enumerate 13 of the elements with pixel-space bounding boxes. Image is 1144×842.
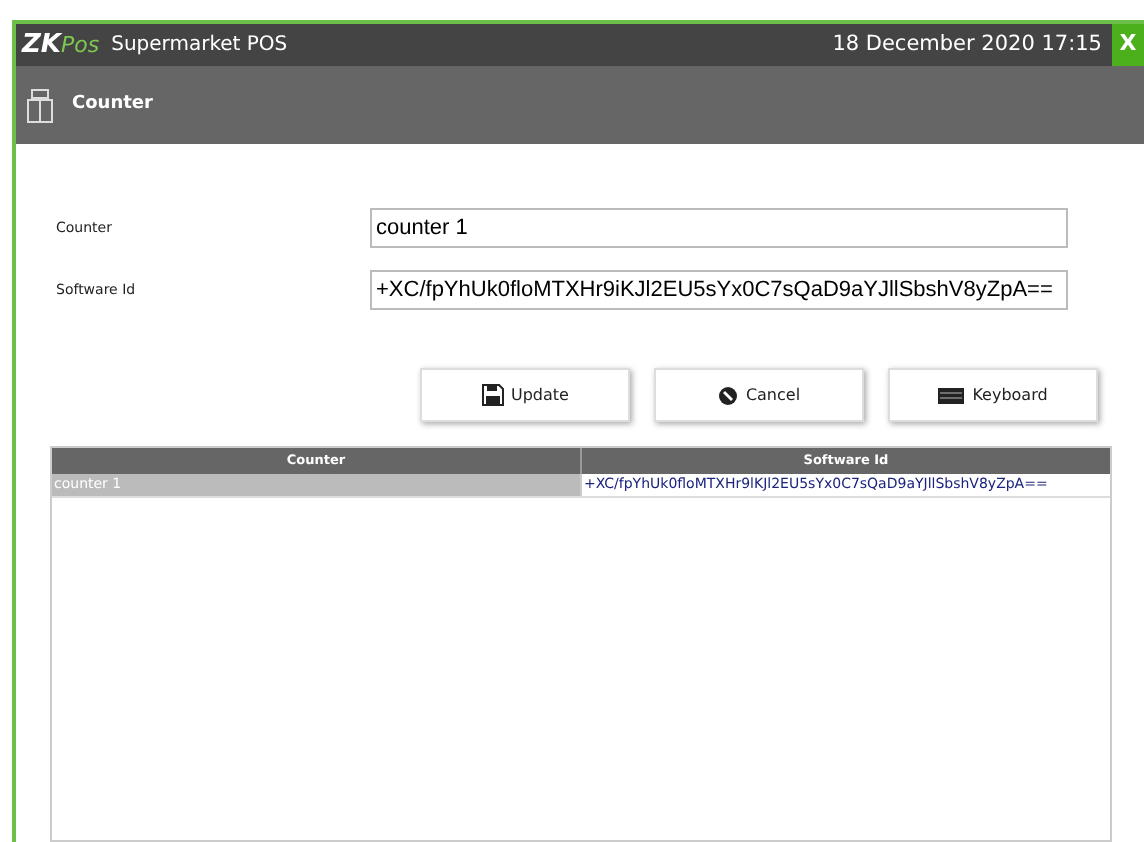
logo: ZKPos bbox=[22, 32, 100, 58]
action-button[interactable]: Update bbox=[420, 368, 630, 422]
text-field[interactable]: counter 1 bbox=[370, 208, 1068, 248]
save-icon bbox=[481, 384, 503, 406]
action-button[interactable]: Cancel bbox=[654, 368, 864, 422]
cancel-icon bbox=[717, 385, 738, 405]
window-title: Supermarket POS bbox=[111, 32, 288, 60]
date-time: 18 December 2020 17:15 bbox=[832, 29, 1102, 60]
action-button[interactable]: Keyboard bbox=[888, 368, 1098, 422]
keyboard-icon bbox=[938, 387, 965, 403]
page-title: Counter bbox=[72, 91, 153, 118]
text-field[interactable]: +XC/fpYhUk0floMTXHr9iKJl2EU5sYx0C7sQaD9aYJllSbshV8yZpA== bbox=[370, 270, 1068, 310]
counter-icon bbox=[26, 87, 54, 123]
